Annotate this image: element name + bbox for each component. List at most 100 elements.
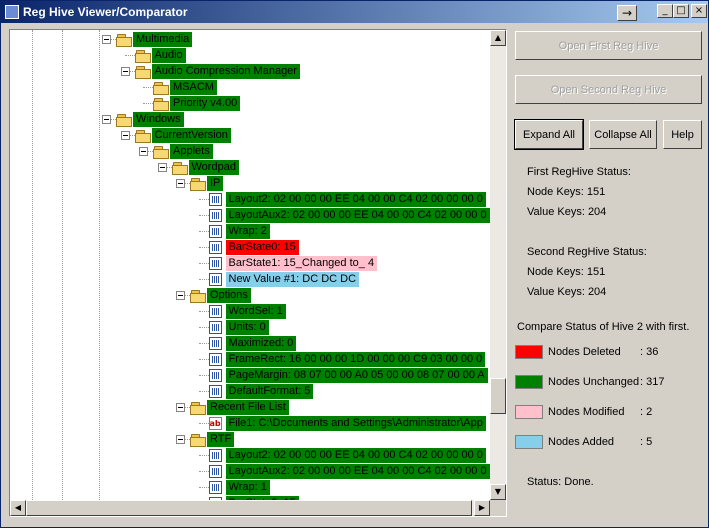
tree-node-label[interactable]: Wordpad [188, 160, 239, 175]
scroll-down-arrow-icon[interactable]: ▼ [490, 484, 506, 500]
tree-node-value[interactable]: New Value #1: DC DC DC [10, 272, 490, 288]
binary-value-icon [208, 353, 222, 366]
tree-node-key[interactable]: Audio [10, 48, 490, 64]
tree-node-value[interactable]: LayoutAux2: 02 00 00 00 EE 04 00 00 C4 0… [10, 464, 490, 480]
binary-value-icon [208, 369, 222, 382]
registry-tree-view[interactable]: Multimedia Audio Audio Compression Manager… [9, 29, 507, 517]
tree-node-label[interactable]: Multimedia [133, 32, 193, 47]
folder-icon [134, 66, 151, 79]
tree-node-value[interactable]: Layout2: 02 00 00 00 EE 04 00 00 C4 02 0… [10, 192, 490, 208]
collapse-toggle-icon[interactable] [176, 179, 185, 188]
folder-icon [153, 98, 169, 111]
tree-node-label[interactable]: Audio [151, 48, 186, 63]
scroll-left-arrow-icon[interactable]: ◀ [10, 500, 26, 516]
collapse-toggle-icon[interactable] [176, 435, 185, 444]
vertical-scroll-thumb[interactable] [490, 378, 506, 414]
app-window: Reg Hive Viewer/Comparator → _ □ × Multi… [0, 0, 709, 528]
tree-node-key[interactable]: IP [10, 176, 490, 192]
tree-node-label[interactable]: BarState1: 15_Changed to_ 4 [225, 256, 378, 271]
tree-node-label[interactable]: PageMargin: 08 07 00 00 A0 05 00 00 08 0… [225, 368, 488, 383]
tree-node-label[interactable]: DefaultFormat: 5 [225, 384, 314, 399]
tree-node-key[interactable]: CurrentVersion [10, 128, 490, 144]
close-button[interactable]: × [691, 4, 707, 18]
tree-branch-line [198, 391, 209, 392]
tree-node-label[interactable]: MSACM [170, 80, 217, 95]
tree-node-label[interactable]: Applets [170, 144, 213, 159]
expand-all-button[interactable]: Expand All [514, 119, 584, 150]
tree-node-key[interactable]: Wordpad [10, 160, 490, 176]
tree-node-value[interactable]: Wrap: 1 [10, 480, 490, 496]
tree-node-key[interactable]: Applets [10, 144, 490, 160]
tree-node-key[interactable]: Recent File List [10, 400, 490, 416]
tree-node-label[interactable]: Layout2: 02 00 00 00 EE 04 00 00 C4 02 0… [225, 192, 486, 207]
tree-node-label[interactable]: Wrap: 2 [225, 224, 270, 239]
collapse-toggle-icon[interactable] [102, 35, 111, 44]
scroll-right-arrow-icon[interactable]: ▶ [474, 500, 490, 516]
collapse-toggle-icon[interactable] [176, 403, 185, 412]
tree-node-value[interactable]: Units: 0 [10, 320, 490, 336]
tree-node-label[interactable]: Recent File List [207, 400, 289, 415]
tree-node-label[interactable]: FrameRect: 16 00 00 00 1D 00 00 00 C9 03… [225, 352, 486, 367]
tree-node-label[interactable]: Maximized: 0 [225, 336, 297, 351]
collapse-toggle-icon[interactable] [139, 147, 148, 156]
tree-node-label[interactable]: File1: C:\Documents and Settings\Adminis… [225, 416, 486, 431]
tree-node-label[interactable]: IP [207, 176, 224, 191]
collapse-toggle-icon[interactable] [120, 131, 130, 140]
tree-node-label[interactable]: Options [207, 288, 251, 303]
collapse-toggle-icon[interactable] [120, 67, 130, 76]
tree-node-label[interactable]: Windows [133, 112, 184, 127]
tree-node-key[interactable]: Options [10, 288, 490, 304]
scroll-up-arrow-icon[interactable]: ▲ [490, 30, 506, 46]
collapse-toggle-icon[interactable] [102, 115, 111, 124]
collapse-toggle-icon[interactable] [157, 163, 167, 172]
tree-node-key[interactable]: Windows [10, 112, 490, 128]
collapse-all-button[interactable]: Collapse All [589, 120, 657, 149]
tree-node-key[interactable]: MSACM [10, 80, 490, 96]
tree-node-label[interactable]: LayoutAux2: 02 00 00 00 EE 04 00 00 C4 0… [225, 208, 490, 223]
tree-node-value[interactable]: ab File1: C:\Documents and Settings\Admin… [10, 416, 490, 432]
tree-node-value[interactable]: WordSel: 1 [10, 304, 490, 320]
tree-node-label[interactable]: WordSel: 1 [225, 304, 286, 319]
legend-label-modified: Nodes Modified [548, 406, 625, 418]
tree-node-value[interactable]: Maximized: 0 [10, 336, 490, 352]
binary-value-icon [208, 321, 222, 334]
tree-node-label[interactable]: Units: 0 [225, 320, 269, 335]
tree-node-key[interactable]: Priority v4.00 [10, 96, 490, 112]
tree-node-value[interactable]: Layout2: 02 00 00 00 EE 04 00 00 C4 02 0… [10, 448, 490, 464]
tree-node-label[interactable]: Layout2: 02 00 00 00 EE 04 00 00 C4 02 0… [225, 448, 486, 463]
tree-node-label[interactable]: LayoutAux2: 02 00 00 00 EE 04 00 00 C4 0… [225, 464, 490, 479]
vertical-scrollbar[interactable]: ▲ ▼ [490, 30, 506, 500]
open-second-hive-button[interactable]: Open Second Reg Hive [515, 75, 702, 104]
tree-node-key[interactable]: RTF [10, 432, 490, 448]
second-hive-node-keys: Node Keys: 151 [527, 266, 606, 278]
tree-node-value[interactable]: PageMargin: 08 07 00 00 A0 05 00 00 08 0… [10, 368, 490, 384]
tree-node-label[interactable]: BarState0: 15 [225, 240, 299, 255]
horizontal-scrollbar[interactable]: ◀ ▶ [10, 500, 490, 516]
open-first-hive-button[interactable]: Open First Reg Hive [515, 31, 702, 60]
tree-node-value[interactable]: BarState1: 15_Changed to_ 4 [10, 256, 490, 272]
tree-node-key[interactable]: Multimedia [10, 32, 490, 48]
tree-node-value[interactable]: BarState0: 15 [10, 240, 490, 256]
tree-branch-line [198, 263, 209, 264]
tree-node-label[interactable]: Wrap: 1 [225, 480, 270, 495]
title-bar[interactable]: Reg Hive Viewer/Comparator → _ □ × [1, 1, 708, 23]
tree-node-label[interactable]: Priority v4.00 [170, 96, 241, 111]
collapse-toggle-icon[interactable] [176, 291, 185, 300]
binary-value-icon [208, 481, 222, 494]
back-arrow-icon[interactable]: → [617, 5, 637, 21]
tree-branch-line [143, 103, 153, 104]
tree-node-label[interactable]: New Value #1: DC DC DC [225, 272, 360, 287]
tree-node-value[interactable]: DefaultFormat: 5 [10, 384, 490, 400]
tree-node-label[interactable]: CurrentVersion [151, 128, 231, 143]
tree-node-value[interactable]: Wrap: 2 [10, 224, 490, 240]
tree-node-key[interactable]: Audio Compression Manager [10, 64, 490, 80]
tree-node-value[interactable]: FrameRect: 16 00 00 00 1D 00 00 00 C9 03… [10, 352, 490, 368]
minimize-button[interactable]: _ [657, 4, 673, 18]
app-icon [5, 5, 19, 19]
horizontal-scroll-thumb[interactable] [26, 500, 472, 516]
maximize-button[interactable]: □ [673, 4, 689, 18]
help-button[interactable]: Help [663, 120, 702, 149]
tree-node-value[interactable]: LayoutAux2: 02 00 00 00 EE 04 00 00 C4 0… [10, 208, 490, 224]
tree-node-label[interactable]: Audio Compression Manager [151, 64, 300, 79]
tree-node-label[interactable]: RTF [207, 432, 235, 447]
